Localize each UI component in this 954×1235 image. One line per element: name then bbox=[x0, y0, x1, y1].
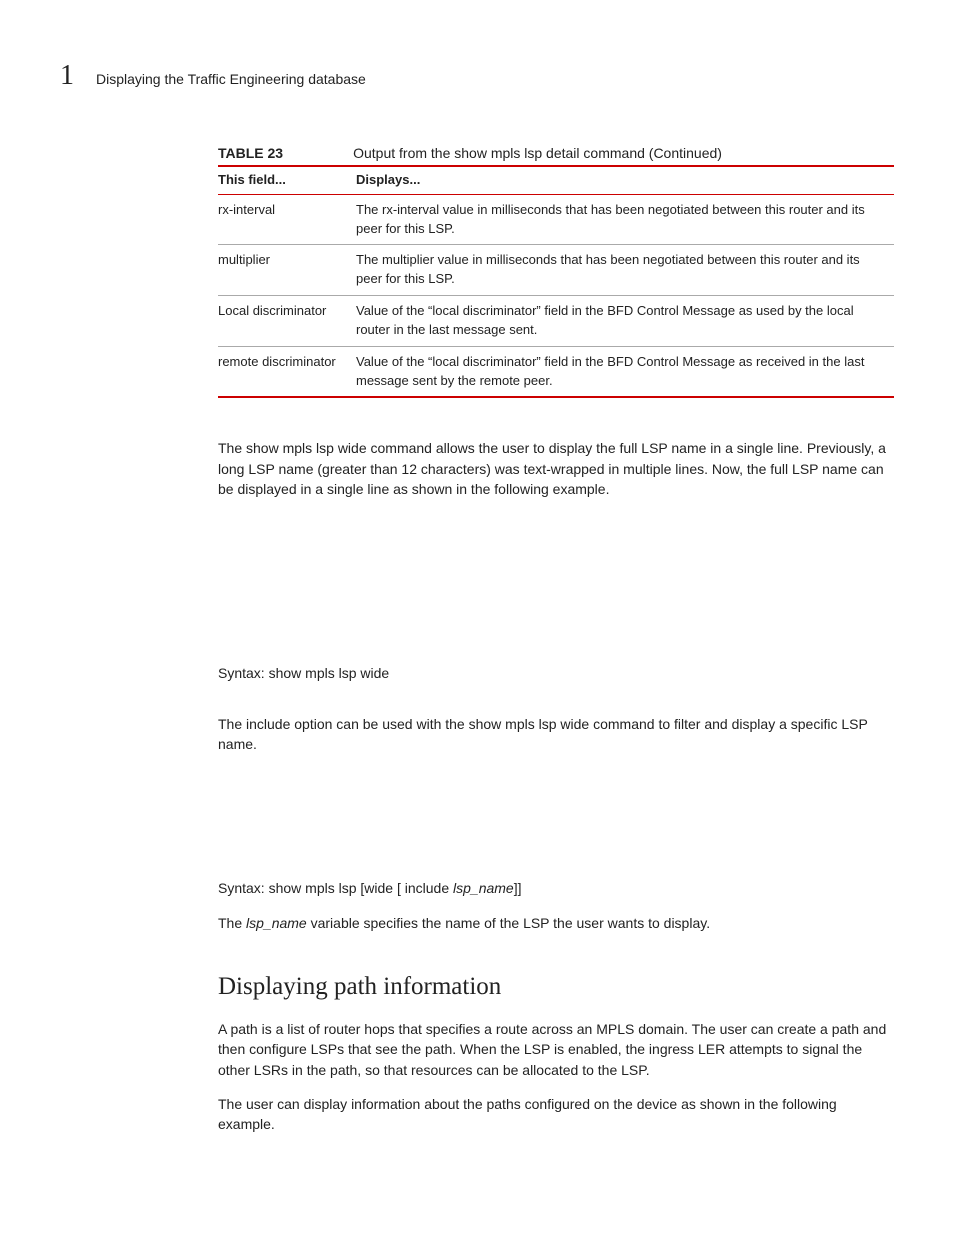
running-head-title: Displaying the Traffic Engineering datab… bbox=[96, 69, 366, 89]
table-title: Output from the show mpls lsp detail com… bbox=[353, 143, 722, 163]
paragraph: The lsp_name variable specifies the name… bbox=[218, 913, 894, 933]
syntax-line: Syntax: show mpls lsp wide bbox=[218, 663, 894, 683]
output-fields-table: This field... Displays... rx-interval Th… bbox=[218, 165, 894, 399]
running-head: 1 Displaying the Traffic Engineering dat… bbox=[60, 56, 894, 97]
text: variable specifies the name of the LSP t… bbox=[307, 915, 710, 931]
page: 1 Displaying the Traffic Engineering dat… bbox=[0, 0, 954, 1229]
cell-field: rx-interval bbox=[218, 194, 356, 245]
text: The bbox=[218, 915, 246, 931]
table-header-row: This field... Displays... bbox=[218, 166, 894, 194]
syntax-label: Syntax: bbox=[218, 880, 269, 896]
paragraph: A path is a list of router hops that spe… bbox=[218, 1019, 894, 1080]
syntax-command-pre: show mpls lsp [wide [ include bbox=[269, 880, 453, 896]
table-row: Local discriminator Value of the “local … bbox=[218, 296, 894, 347]
cell-desc: Value of the “local discriminator” field… bbox=[356, 296, 894, 347]
cell-field: multiplier bbox=[218, 245, 356, 296]
syntax-command-post: ]] bbox=[514, 880, 522, 896]
chapter-number: 1 bbox=[60, 56, 74, 97]
cell-desc: The rx-interval value in milliseconds th… bbox=[356, 194, 894, 245]
paragraph: The show mpls lsp wide command allows th… bbox=[218, 438, 894, 499]
cell-field: remote discriminator bbox=[218, 346, 356, 397]
section-heading: Displaying path information bbox=[218, 969, 894, 1005]
cell-desc: Value of the “local discriminator” field… bbox=[356, 346, 894, 397]
table-row: multiplier The multiplier value in milli… bbox=[218, 245, 894, 296]
variable-name: lsp_name bbox=[246, 915, 307, 931]
col-head-field: This field... bbox=[218, 166, 356, 194]
content-column: TABLE 23 Output from the show mpls lsp d… bbox=[218, 143, 894, 1135]
table-label: TABLE 23 bbox=[218, 143, 283, 163]
col-head-desc: Displays... bbox=[356, 166, 894, 194]
spacer bbox=[218, 513, 894, 663]
cell-field: Local discriminator bbox=[218, 296, 356, 347]
syntax-line: Syntax: show mpls lsp [wide [ include ls… bbox=[218, 878, 894, 898]
table-row: remote discriminator Value of the “local… bbox=[218, 346, 894, 397]
paragraph: The include option can be used with the … bbox=[218, 714, 894, 755]
paragraph: The user can display information about t… bbox=[218, 1094, 894, 1135]
spacer bbox=[218, 768, 894, 878]
syntax-label: Syntax: bbox=[218, 665, 269, 681]
table-caption: TABLE 23 Output from the show mpls lsp d… bbox=[218, 143, 894, 163]
cell-desc: The multiplier value in milliseconds tha… bbox=[356, 245, 894, 296]
table-row: rx-interval The rx-interval value in mil… bbox=[218, 194, 894, 245]
syntax-command: show mpls lsp wide bbox=[269, 665, 390, 681]
syntax-variable: lsp_name bbox=[453, 880, 514, 896]
